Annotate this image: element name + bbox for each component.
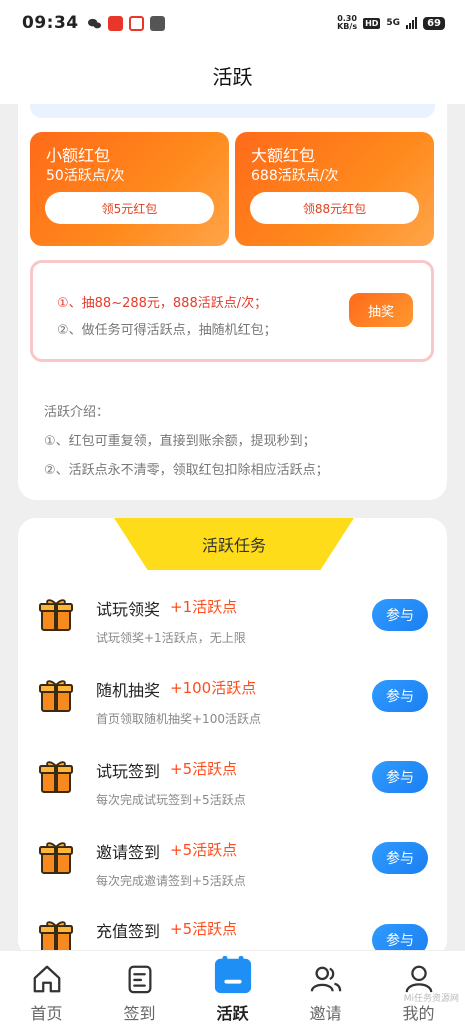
- network-speed: 0.30 KB/s: [337, 15, 357, 31]
- intro-item-1: ①、红包可重复领，直接到账余额，提现秒到；: [44, 434, 316, 449]
- tab-invite[interactable]: 邀请: [279, 951, 372, 1024]
- lottery-rule-1: ①、抽88~288元，888活跃点/次；: [57, 296, 268, 311]
- tab-active-label: 活跃: [216, 1004, 249, 1023]
- active-tasks-card: 活跃任务 试玩领奖 +1活跃点 试玩领奖+1活跃点，无上限 参与 随机抽奖 +1…: [18, 518, 447, 958]
- signal-icon: [406, 17, 418, 29]
- status-time: 09:34: [22, 13, 79, 33]
- active-icon: [214, 955, 251, 994]
- task-points: +1活跃点: [170, 598, 238, 616]
- status-bar: 09:34 0.30 KB/s HD 5G 69: [0, 0, 465, 46]
- battery-icon: 69: [423, 16, 445, 30]
- intro-title: 活跃介绍：: [44, 405, 110, 420]
- tab-active[interactable]: 活跃: [186, 951, 279, 1024]
- join-task-button[interactable]: 参与: [372, 761, 428, 793]
- small-red-packet-title: 小额红包: [46, 146, 111, 165]
- task-description: 首页领取随机抽奖+100活跃点: [96, 712, 261, 726]
- task-row: 试玩领奖 +1活跃点 试玩领奖+1活跃点，无上限 参与: [18, 596, 447, 678]
- tab-home[interactable]: 首页: [0, 951, 93, 1024]
- gift-icon: [39, 680, 73, 712]
- tab-checkin[interactable]: 签到: [93, 951, 186, 1024]
- task-points: +5活跃点: [170, 920, 238, 938]
- tasks-header-title: 活跃任务: [201, 536, 266, 555]
- gift-icon: [39, 842, 73, 874]
- news-app-icon: [107, 15, 123, 31]
- large-red-packet-cost: 688活跃点/次: [251, 168, 339, 184]
- task-points: +5活跃点: [170, 841, 238, 859]
- task-name: 试玩领奖: [96, 600, 161, 619]
- top-banner-strip: [30, 104, 435, 118]
- intro-item-2: ②、活跃点永不清零，领取红包扣除相应活跃点；: [44, 463, 329, 478]
- lottery-rule-2: ②、做任务可得活跃点，抽随机红包；: [57, 323, 277, 338]
- bottom-tab-bar: 首页 签到 活跃 邀请 我的 Mi任务资源网: [0, 950, 465, 1024]
- join-task-button[interactable]: 参与: [372, 599, 428, 631]
- large-red-packet: 大额红包 688活跃点/次 领88元红包: [235, 132, 434, 246]
- gift-icon: [39, 599, 73, 631]
- wechat-icon: [87, 18, 101, 28]
- claim-small-red-packet-button[interactable]: 领5元红包: [45, 192, 214, 224]
- task-row: 试玩签到 +5活跃点 每次完成试玩签到+5活跃点 参与: [18, 758, 447, 840]
- lottery-button[interactable]: 抽奖: [349, 293, 413, 327]
- network-speed-unit: KB/s: [337, 22, 358, 31]
- task-name: 邀请签到: [96, 843, 161, 862]
- join-task-button[interactable]: 参与: [372, 680, 428, 712]
- task-name: 充值签到: [96, 922, 161, 941]
- task-points: +5活跃点: [170, 760, 238, 778]
- task-description: 每次完成邀请签到+5活跃点: [96, 874, 246, 888]
- checkin-icon: [128, 965, 151, 994]
- status-app-icons: [87, 15, 165, 31]
- claim-large-red-packet-button[interactable]: 领88元红包: [250, 192, 419, 224]
- small-red-packet: 小额红包 50活跃点/次 领5元红包: [30, 132, 229, 246]
- tab-home-label: 首页: [30, 1004, 63, 1023]
- task-row: 邀请签到 +5活跃点 每次完成邀请签到+5活跃点 参与: [18, 839, 447, 921]
- home-icon: [33, 965, 60, 993]
- gift-icon: [39, 761, 73, 793]
- small-red-packet-cost: 50活跃点/次: [46, 168, 125, 184]
- red-packet-card: 小额红包 50活跃点/次 领5元红包 大额红包 688活跃点/次 领88元红包 …: [18, 104, 447, 500]
- tasks-header: 活跃任务: [114, 518, 354, 570]
- lottery-box: ①、抽88~288元，888活跃点/次； ②、做任务可得活跃点，抽随机红包； 抽…: [30, 260, 434, 362]
- task-name: 试玩签到: [96, 762, 161, 781]
- task-description: 每次完成试玩签到+5活跃点: [96, 793, 246, 807]
- network-type: 5G: [386, 18, 401, 28]
- task-points: +100活跃点: [170, 679, 257, 697]
- invite-icon: [310, 966, 341, 992]
- toutiao-icon: [128, 15, 144, 31]
- gift-icon: [39, 921, 73, 953]
- large-red-packet-title: 大额红包: [251, 146, 316, 165]
- page-title: 活跃: [212, 64, 253, 89]
- title-bar: 活跃: [0, 46, 465, 104]
- hd-badge: HD: [363, 17, 381, 29]
- tab-checkin-label: 签到: [123, 1004, 156, 1023]
- status-indicators: 0.30 KB/s HD 5G 69: [337, 15, 445, 31]
- task-row: 随机抽奖 +100活跃点 首页领取随机抽奖+100活跃点 参与: [18, 677, 447, 759]
- task-name: 随机抽奖: [96, 681, 161, 700]
- join-task-button[interactable]: 参与: [372, 842, 428, 874]
- tab-profile[interactable]: 我的: [372, 951, 465, 1024]
- tab-invite-label: 邀请: [309, 1004, 342, 1023]
- app-notification-icon: [149, 15, 165, 31]
- task-description: 试玩领奖+1活跃点，无上限: [96, 631, 246, 645]
- watermark: Mi任务资源网: [403, 994, 459, 1004]
